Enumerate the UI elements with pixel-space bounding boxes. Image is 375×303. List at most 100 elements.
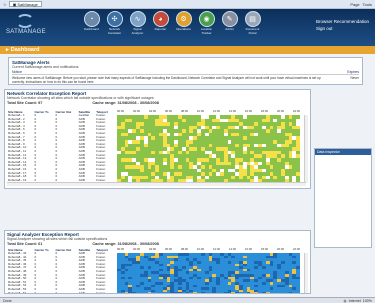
time-tick-label: 20:00 (277, 109, 284, 113)
signal-icon: ∿ (129, 11, 146, 27)
browser-recommendation-link[interactable]: Browser Recommendation (316, 18, 369, 25)
time-tick-label: 22:00 (293, 109, 300, 113)
network-heatmap[interactable] (117, 115, 300, 183)
nav-operations[interactable]: ⚙ Operations (174, 11, 193, 35)
network-vertical-scrollbar[interactable] (304, 115, 308, 183)
total-site-count: Total Site Count: 61 (7, 242, 43, 246)
time-tick-label: 08:00 (181, 247, 188, 251)
time-tick-label: 22:00 (293, 247, 300, 251)
dashboard-icon: ◔ (83, 11, 100, 27)
time-tick-label: 10:00 (197, 109, 204, 113)
nav-label: Signal Analyzer (131, 27, 144, 35)
data-inspector-title: Data Inspector (315, 149, 371, 155)
network-site-table: Site Name Carrier To Carrier Out Satelli… (7, 109, 113, 182)
alert-row: Welcome new users of SatManage. Before y… (12, 76, 359, 84)
network-horizontal-scrollbar[interactable] (7, 182, 306, 186)
time-tick-label: 02:00 (133, 247, 140, 251)
time-tick-label: 16:00 (245, 247, 252, 251)
sign-out-link[interactable]: Sign out (316, 25, 369, 32)
time-tick-label: 16:00 (245, 109, 252, 113)
signal-site-table: Site Name Carrier To Carrier Out Satelli… (7, 247, 113, 294)
nav-dashboard[interactable]: ◔ Dashboard (82, 11, 101, 35)
time-tick-label: 14:00 (229, 109, 236, 113)
time-tick-label: 06:00 (165, 247, 172, 251)
dashboard-small-icon: ▸ (6, 47, 9, 53)
alerts-panel: SatManage Alerts Current SatManage alert… (8, 57, 363, 85)
logo-text: SATMANAGE (6, 29, 46, 35)
browser-status-bar: Done ◍ Internet 100% (0, 297, 375, 303)
cache-range: Cache range: 31/08/2008 - 30/08/2008 (92, 242, 159, 246)
time-tick-label: 20:00 (277, 247, 284, 251)
time-tick-label: 00:00 (117, 247, 124, 251)
status-text: Done (3, 298, 12, 303)
signal-report-subtitle: Signal Analyzer showing all sites which … (7, 237, 108, 241)
network-report-summary: Total Site Count: 97 Cache range: 31/08/… (7, 101, 308, 105)
time-tick-label: 02:00 (133, 109, 140, 113)
cache-range: Cache range: 31/08/2008 - 30/08/2008 (92, 101, 159, 105)
signal-heatmap[interactable] (117, 253, 300, 293)
time-tick-label: 04:00 (149, 247, 156, 251)
nav-signal-analyzer[interactable]: ∿ Signal Analyzer (128, 11, 147, 35)
tools-menu[interactable]: Tools (363, 2, 372, 7)
operations-icon: ⚙ (175, 11, 192, 27)
signal-vertical-scrollbar[interactable] (304, 253, 308, 293)
time-tick-label: 08:00 (181, 109, 188, 113)
nav-location-tracker[interactable]: ◉ Location Tracker (197, 11, 216, 35)
nav-label: Reporter (154, 27, 167, 31)
network-icon: ✣ (106, 11, 123, 27)
time-tick-label: 14:00 (229, 247, 236, 251)
globe-icon: ◍ (343, 298, 347, 303)
alerts-header-row: Notice Expires (12, 70, 359, 75)
app-header: SATMANAGE ◔ Dashboard ✣ Network Correlat… (0, 9, 375, 47)
page-icon: ▣ (12, 1, 17, 7)
table-cell: 0 (55, 290, 58, 294)
zoom-level[interactable]: 100% (363, 299, 372, 303)
browser-tab[interactable]: ▣ SatManage (8, 1, 42, 7)
heatmap-cell (296, 292, 300, 293)
nav-admin[interactable]: ✎ Admin (220, 11, 239, 35)
page-title: Dashboard (10, 47, 40, 53)
table-cell: 0 (34, 290, 37, 294)
main-nav: ◔ Dashboard ✣ Network Correlator ∿ Signa… (82, 11, 262, 35)
table-row[interactable]: Roberta8 - 54 0 0 ADB Fusion (7, 290, 113, 294)
favorites-star-icon[interactable]: ☆ (3, 2, 7, 7)
nav-label: Admin (225, 27, 234, 31)
nav-reporter[interactable]: ◕ Reporter (151, 11, 170, 35)
time-tick-label: 18:00 (261, 247, 268, 251)
table-cell: ADB (78, 290, 85, 294)
header-links: Browser Recommendation Sign out (316, 18, 369, 32)
signal-report-panel: Signal Analyzer Exception Report Signal … (4, 230, 311, 294)
time-tick-label: 06:00 (165, 109, 172, 113)
time-tick-label: 12:00 (213, 247, 220, 251)
nav-network-correlator[interactable]: ✣ Network Correlator (105, 11, 124, 35)
time-tick-label: 18:00 (261, 109, 268, 113)
time-tick-label: 00:00 (117, 109, 124, 113)
table-cell: Roberta8 - 54 (8, 290, 27, 294)
notice-column-header: Notice (12, 70, 22, 74)
page-title-bar: ▸ Dashboard (0, 46, 375, 54)
network-report-panel: Network Correlator Exception Report Netw… (4, 89, 311, 189)
alerts-subtitle: Current SatManage alerts and notificatio… (12, 65, 80, 69)
zone-label: Internet (348, 298, 361, 303)
admin-icon: ✎ (221, 11, 238, 27)
signal-report-summary: Total Site Count: 61 Cache range: 31/08/… (7, 242, 308, 246)
satmanage-logo[interactable]: SATMANAGE (6, 14, 46, 40)
time-tick-label: 12:00 (213, 109, 220, 113)
time-tick-label: 04:00 (149, 109, 156, 113)
network-report-subtitle: Network Correlator showing all sites whi… (7, 96, 154, 100)
alert-text: Welcome new users of SatManage. Before y… (12, 76, 321, 84)
browser-toolbar: ☆ ▣ SatManage Page Tools (0, 0, 375, 9)
nav-document-portal[interactable]: ▤ Document Portal (243, 11, 262, 35)
expires-column-header: Expires (347, 70, 359, 74)
nav-label: Operations (176, 27, 191, 31)
page-menu[interactable]: Page (350, 2, 359, 7)
nav-label: Dashboard (84, 27, 99, 31)
network-time-axis: 00:00 02:00 04:00 06:00 08:00 10:00 12:00 14:00… (117, 109, 300, 113)
signal-time-axis: 00:00 02:00 04:00 06:00 08:00 10:00 12:00 14:00… (117, 247, 300, 251)
reporter-icon: ◕ (152, 11, 169, 27)
satellite-logo-icon (16, 14, 34, 28)
dashboard-content: SatManage Alerts Current SatManage alert… (0, 54, 375, 297)
nav-label: Location Tracker (200, 27, 213, 35)
nav-label: Network Correlator (107, 27, 122, 35)
nav-label: Document Portal (245, 27, 260, 35)
